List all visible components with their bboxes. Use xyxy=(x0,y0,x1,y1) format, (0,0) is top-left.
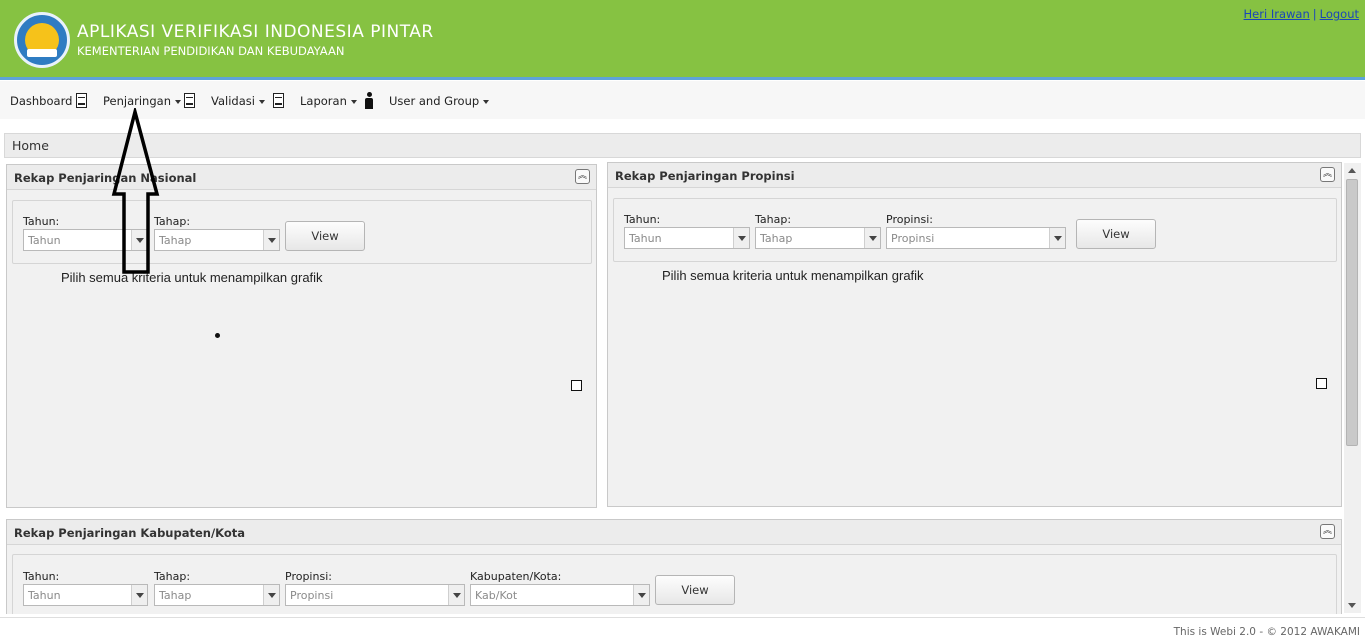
tahap-select[interactable]: Tahap xyxy=(154,584,280,606)
menu-user-and-group[interactable]: User and Group xyxy=(389,94,490,108)
panel-title: Rekap Penjaringan Propinsi xyxy=(615,169,795,183)
propinsi-label: Propinsi: xyxy=(886,213,933,226)
user-links: Heri Irawan | Logout xyxy=(1244,7,1359,21)
chevron-down-icon[interactable] xyxy=(733,228,749,248)
scrollbar-thumb[interactable] xyxy=(1346,179,1358,446)
panel-title: Rekap Penjaringan Kabupaten/Kota xyxy=(14,526,246,540)
app-header: APLIKASI VERIFIKASI INDONESIA PINTAR KEM… xyxy=(0,0,1365,80)
chevron-down-icon xyxy=(174,99,181,104)
scroll-down-icon[interactable] xyxy=(1348,603,1356,608)
tahap-label: Tahap: xyxy=(154,570,191,583)
user-name-link[interactable]: Heri Irawan xyxy=(1244,7,1310,21)
chevron-down-icon[interactable] xyxy=(131,585,147,605)
menu-user-and-group-label: User and Group xyxy=(389,94,480,108)
resize-handle-icon[interactable] xyxy=(571,380,582,391)
collapse-icon[interactable]: ︽ xyxy=(575,169,590,184)
menu-penjaringan[interactable]: Penjaringan xyxy=(103,94,181,108)
chevron-down-icon xyxy=(258,99,265,104)
panel-rekap-kabupaten-kota: Rekap Penjaringan Kabupaten/Kota ︽ Tahun… xyxy=(6,519,1342,614)
menu-laporan-label: Laporan xyxy=(300,94,347,108)
main-menu: Dashboard Penjaringan Validasi Laporan U… xyxy=(0,81,1365,119)
tahun-select-value: Tahun xyxy=(28,234,61,247)
tahap-label: Tahap: xyxy=(755,213,792,226)
menu-validasi-label: Validasi xyxy=(211,94,255,108)
ministry-logo-icon xyxy=(14,12,70,68)
panel-title: Rekap Penjaringan Nasional xyxy=(14,171,197,185)
collapse-icon[interactable]: ︽ xyxy=(1320,524,1335,539)
kabupaten-kota-label: Kabupaten/Kota: xyxy=(470,570,562,583)
tahap-select[interactable]: Tahap xyxy=(755,227,881,249)
panel-header: Rekap Penjaringan Nasional ︽ xyxy=(7,165,596,190)
chevron-down-icon[interactable] xyxy=(131,230,147,250)
tahun-select[interactable]: Tahun xyxy=(23,584,148,606)
dot-marker xyxy=(215,333,220,338)
tahun-label: Tahun: xyxy=(23,215,60,228)
menu-penjaringan-label: Penjaringan xyxy=(103,94,171,108)
menu-laporan[interactable]: Laporan xyxy=(300,94,357,108)
content-area: Rekap Penjaringan Nasional ︽ Tahun: Tahu… xyxy=(0,159,1344,614)
logout-link[interactable]: Logout xyxy=(1320,7,1359,21)
propinsi-select[interactable]: Propinsi xyxy=(285,584,465,606)
kabupaten-kota-select[interactable]: Kab/Kot xyxy=(470,584,650,606)
tahun-select-value: Tahun xyxy=(629,232,662,245)
tahap-select-value: Tahap xyxy=(159,589,192,602)
document-icon xyxy=(184,93,195,108)
filter-box: Tahun: Tahun Tahap: Tahap Propinsi: Prop… xyxy=(613,198,1337,262)
propinsi-select[interactable]: Propinsi xyxy=(886,227,1066,249)
propinsi-select-value: Propinsi xyxy=(891,232,935,245)
menu-dashboard[interactable]: Dashboard xyxy=(10,94,72,108)
chevron-down-icon[interactable] xyxy=(263,585,279,605)
tahun-select-value: Tahun xyxy=(28,589,61,602)
chevron-down-icon[interactable] xyxy=(633,585,649,605)
chevron-down-icon xyxy=(483,99,490,104)
user-links-separator: | xyxy=(1312,7,1317,21)
breadcrumb: Home xyxy=(4,133,1361,158)
tahun-label: Tahun: xyxy=(23,570,60,583)
chevron-down-icon[interactable] xyxy=(1049,228,1065,248)
view-button[interactable]: View xyxy=(1076,219,1156,249)
chevron-down-icon[interactable] xyxy=(448,585,464,605)
view-button[interactable]: View xyxy=(655,575,735,605)
tahap-label: Tahap: xyxy=(154,215,191,228)
filter-box: Tahun: Tahun Tahap: Tahap Propinsi: Prop… xyxy=(12,554,1337,614)
resize-handle-icon[interactable] xyxy=(1316,378,1327,389)
menu-validasi[interactable]: Validasi xyxy=(211,94,265,108)
scroll-up-icon[interactable] xyxy=(1348,168,1356,173)
tahap-select-value: Tahap xyxy=(760,232,793,245)
vertical-scrollbar[interactable] xyxy=(1344,163,1361,613)
panel-header: Rekap Penjaringan Propinsi ︽ xyxy=(608,163,1341,188)
document-icon xyxy=(273,93,284,108)
user-icon xyxy=(364,92,374,109)
filter-box: Tahun: Tahun Tahap: Tahap View xyxy=(12,200,592,264)
chevron-down-icon[interactable] xyxy=(864,228,880,248)
tahun-select[interactable]: Tahun xyxy=(23,229,148,251)
footer: This is Webi 2.0 - © 2012 AWAKAMI xyxy=(0,617,1365,642)
tahap-select[interactable]: Tahap xyxy=(154,229,280,251)
document-icon xyxy=(76,93,87,108)
panel-header: Rekap Penjaringan Kabupaten/Kota ︽ xyxy=(7,520,1341,545)
app-subtitle: KEMENTERIAN PENDIDIKAN DAN KEBUDAYAAN xyxy=(77,44,345,58)
collapse-icon[interactable]: ︽ xyxy=(1320,167,1335,182)
chart-hint: Pilih semua kriteria untuk menampilkan g… xyxy=(662,268,924,283)
tahun-select[interactable]: Tahun xyxy=(624,227,750,249)
chevron-down-icon[interactable] xyxy=(263,230,279,250)
tahap-select-value: Tahap xyxy=(159,234,192,247)
propinsi-select-value: Propinsi xyxy=(290,589,334,602)
panel-rekap-nasional: Rekap Penjaringan Nasional ︽ Tahun: Tahu… xyxy=(6,164,597,508)
kabupaten-kota-select-value: Kab/Kot xyxy=(475,589,518,602)
panel-rekap-propinsi: Rekap Penjaringan Propinsi ︽ Tahun: Tahu… xyxy=(607,162,1342,507)
view-button[interactable]: View xyxy=(285,221,365,251)
propinsi-label: Propinsi: xyxy=(285,570,332,583)
tahun-label: Tahun: xyxy=(624,213,661,226)
breadcrumb-home[interactable]: Home xyxy=(12,138,49,153)
app-title: APLIKASI VERIFIKASI INDONESIA PINTAR xyxy=(77,22,434,42)
chevron-down-icon xyxy=(350,99,357,104)
footer-text: This is Webi 2.0 - © 2012 AWAKAMI xyxy=(1173,626,1360,638)
chart-hint: Pilih semua kriteria untuk menampilkan g… xyxy=(61,270,323,285)
